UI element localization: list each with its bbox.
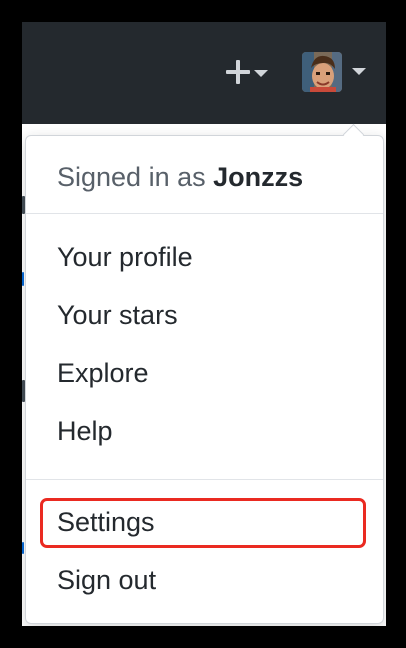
page-fragment [22,272,24,286]
menu-item-explore[interactable]: Explore [26,350,383,402]
user-menu-button[interactable] [300,52,370,94]
menu-item-settings[interactable]: Settings [26,499,383,551]
menu-item-label: Settings [57,507,155,537]
caret-down-icon [254,70,268,77]
user-dropdown-menu: Signed in as Jonzzs Your profile Your st… [25,123,384,624]
page-fragment [22,542,24,554]
username: Jonzzs [213,162,304,192]
signed-in-label: Signed in as [57,162,206,192]
menu-item-your-stars[interactable]: Your stars [26,292,383,344]
menu-item-label: Help [57,416,113,446]
menu-item-sign-out[interactable]: Sign out [26,557,383,609]
menu-item-label: Your profile [57,242,193,272]
menu-item-label: Explore [57,358,149,388]
top-navbar [22,22,386,124]
divider [26,213,383,214]
plus-icon [226,60,250,84]
screenshot-frame: Signed in as Jonzzs Your profile Your st… [22,22,386,626]
signed-in-header: Signed in as Jonzzs [57,162,303,193]
menu-item-label: Sign out [57,565,157,595]
menu-item-your-profile[interactable]: Your profile [26,234,383,286]
divider [26,479,383,480]
avatar [302,52,342,92]
avatar-photo-icon [302,52,342,92]
menu-item-help[interactable]: Help [26,408,383,460]
caret-down-icon [352,68,366,75]
dropdown-pointer [342,123,365,146]
create-new-button[interactable] [218,56,274,88]
menu-item-label: Your stars [57,300,178,330]
